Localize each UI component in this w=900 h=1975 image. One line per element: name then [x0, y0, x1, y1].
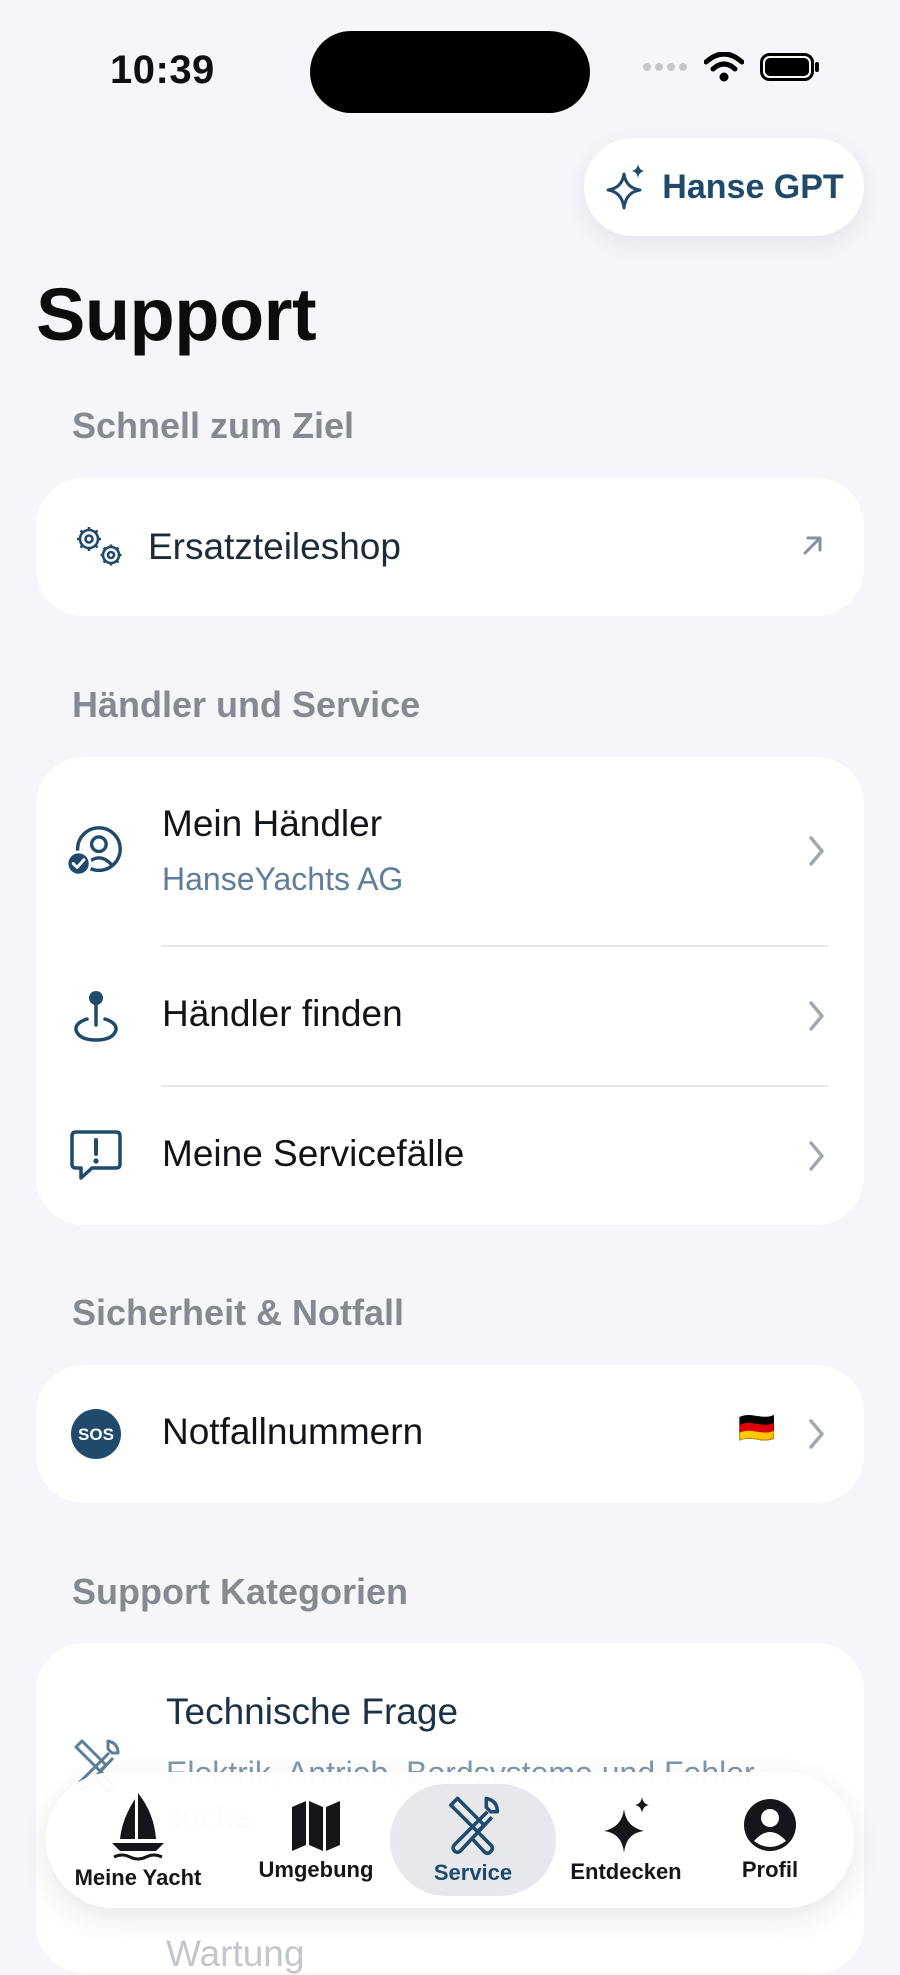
sparkles-icon	[606, 164, 645, 210]
tab-umgebung-label: Umgebung	[258, 1857, 374, 1882]
chevron-right-icon	[809, 1001, 824, 1031]
tab-meine-yacht-label: Meine Yacht	[74, 1865, 202, 1890]
servicefaelle-label: Meine Servicefälle	[162, 1133, 465, 1174]
dealer-card: Mein Händler HanseYachts AG Händler find…	[36, 757, 864, 1225]
tab-profil[interactable]: Profil	[710, 1772, 830, 1908]
person-icon	[744, 1799, 796, 1851]
battery-icon	[760, 53, 819, 81]
page-title: Support	[36, 273, 317, 356]
mein-haendler-label: Mein Händler	[162, 803, 383, 844]
section-heading-categories: Support Kategorien	[72, 1571, 409, 1612]
servicefaelle-row[interactable]: Meine Servicefälle	[36, 1087, 864, 1225]
section-heading-safety: Sicherheit & Notfall	[72, 1292, 405, 1333]
haendler-finden-label: Händler finden	[162, 993, 403, 1034]
tab-entdecken-label: Entdecken	[570, 1859, 682, 1884]
notfallnummern-label: Notfallnummern	[162, 1411, 424, 1452]
status-icons	[642, 52, 820, 82]
section-heading-quick: Schnell zum Ziel	[72, 405, 355, 446]
wifi-icon	[704, 52, 744, 82]
country-flag-badge: 🇩🇪	[738, 1413, 776, 1445]
chevron-right-icon	[809, 1419, 824, 1449]
quick-card: Ersatzteileshop	[36, 478, 864, 616]
hanse-gpt-button[interactable]: Hanse GPT	[584, 138, 864, 236]
haendler-finden-row[interactable]: Händler finden	[36, 947, 864, 1085]
status-bar: 10:39	[0, 0, 900, 140]
alert-bubble-icon	[66, 1126, 126, 1186]
tab-service-label: Service	[433, 1860, 513, 1885]
tab-bar: Meine Yacht Umgebung Service Entdecken P…	[46, 1772, 854, 1908]
tab-entdecken[interactable]: Entdecken	[556, 1772, 696, 1908]
gears-icon	[70, 517, 130, 577]
safety-card: SOS Notfallnummern 🇩🇪	[36, 1365, 864, 1503]
dealer-verified-icon	[66, 821, 126, 881]
sparkles-icon	[604, 1797, 649, 1853]
tab-profil-label: Profil	[741, 1857, 799, 1882]
sos-icon: SOS	[66, 1404, 126, 1464]
mein-haendler-sublabel: HanseYachts AG	[162, 861, 404, 897]
chevron-right-icon	[809, 1141, 824, 1171]
dynamic-island	[310, 31, 590, 113]
tab-service[interactable]: Service	[390, 1772, 556, 1908]
section-heading-dealer: Händler und Service	[72, 684, 421, 725]
chevron-right-icon	[809, 836, 824, 866]
tab-meine-yacht[interactable]: Meine Yacht	[74, 1772, 202, 1908]
location-pin-icon	[66, 986, 126, 1046]
mein-haendler-row[interactable]: Mein Händler HanseYachts AG	[36, 757, 864, 945]
sos-icon-text: SOS	[78, 1425, 114, 1444]
cellular-signal-icon	[643, 63, 687, 71]
notfallnummern-row[interactable]: SOS Notfallnummern 🇩🇪	[36, 1365, 864, 1503]
status-time: 10:39	[110, 48, 215, 92]
hanse-gpt-label: Hanse GPT	[662, 167, 844, 206]
tools-icon	[449, 1796, 500, 1855]
wartung-label[interactable]: Wartung	[166, 1933, 304, 1975]
map-icon	[292, 1801, 340, 1851]
ersatzteileshop-row[interactable]: Ersatzteileshop	[36, 478, 864, 616]
technische-frage-label: Technische Frage	[166, 1691, 459, 1732]
external-arrow-icon	[803, 536, 822, 555]
sailboat-icon	[112, 1793, 164, 1861]
ersatzteileshop-label: Ersatzteileshop	[148, 526, 401, 567]
tab-umgebung[interactable]: Umgebung	[256, 1772, 376, 1908]
